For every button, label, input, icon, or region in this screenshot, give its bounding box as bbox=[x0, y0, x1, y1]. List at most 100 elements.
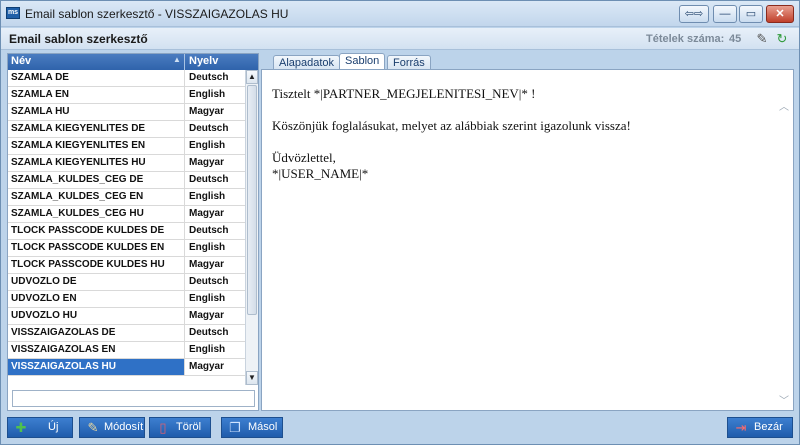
eraser-icon[interactable]: ✎ bbox=[755, 32, 769, 46]
table-row[interactable]: SZAMLA_KULDES_CEG EN English bbox=[8, 189, 245, 206]
detail-panel: Alapadatok Sablon Forrás Tisztelt *|PART… bbox=[261, 53, 794, 411]
row-language-cell: English bbox=[189, 89, 226, 100]
window-title: Email sablon szerkesztő - VISSZAIGAZOLAS… bbox=[25, 7, 289, 21]
editor-content[interactable]: Tisztelt *|PARTNER_MEGJELENITESI_NEV|* !… bbox=[272, 86, 772, 182]
cell-divider bbox=[184, 104, 185, 120]
column-header-language[interactable]: Nyelv bbox=[189, 55, 218, 67]
row-name-cell: SZAMLA_KULDES_CEG HU bbox=[11, 208, 144, 219]
table-row[interactable]: SZAMLA EN English bbox=[8, 87, 245, 104]
table-row[interactable]: UDVOZLO EN English bbox=[8, 291, 245, 308]
row-language-cell: English bbox=[189, 140, 226, 151]
scroll-up-icon[interactable]: ▲ bbox=[246, 70, 258, 84]
editor-line-greeting: Tisztelt *|PARTNER_MEGJELENITESI_NEV|* ! bbox=[272, 86, 536, 101]
row-name-cell: SZAMLA EN bbox=[11, 89, 69, 100]
row-name-cell: SZAMLA KIEGYENLITES EN bbox=[11, 140, 146, 151]
title-bar: ms Email sablon szerkesztő - VISSZAIGAZO… bbox=[1, 1, 799, 27]
tab-forras[interactable]: Forrás bbox=[387, 55, 431, 70]
row-language-cell: Magyar bbox=[189, 106, 225, 117]
row-language-cell: Magyar bbox=[189, 157, 225, 168]
cell-divider bbox=[184, 223, 185, 239]
table-row[interactable]: UDVOZLO HU Magyar bbox=[8, 308, 245, 325]
cell-divider bbox=[184, 189, 185, 205]
template-editor[interactable]: Tisztelt *|PARTNER_MEGJELENITESI_NEV|* !… bbox=[261, 69, 794, 411]
row-language-cell: Deutsch bbox=[189, 72, 229, 83]
table-row[interactable]: VISSZAIGAZOLAS DE Deutsch bbox=[8, 325, 245, 342]
row-language-cell: Deutsch bbox=[189, 123, 229, 134]
grid-header: Név ▲ Nyelv bbox=[8, 54, 258, 70]
table-row[interactable]: SZAMLA KIEGYENLITES EN English bbox=[8, 138, 245, 155]
cell-divider bbox=[184, 87, 185, 103]
new-button-label: Új bbox=[48, 421, 59, 433]
row-name-cell: UDVOZLO EN bbox=[11, 293, 77, 304]
back-forward-button[interactable]: ⇦⇨ bbox=[679, 5, 709, 23]
table-row[interactable]: SZAMLA_KULDES_CEG HU Magyar bbox=[8, 206, 245, 223]
filter-input[interactable] bbox=[12, 390, 255, 407]
table-row[interactable]: SZAMLA HU Magyar bbox=[8, 104, 245, 121]
editor-scroll-down-icon[interactable]: ﹀ bbox=[779, 392, 789, 407]
page-title: Email sablon szerkesztő bbox=[9, 32, 148, 46]
new-button[interactable]: ✚ Új bbox=[7, 417, 73, 438]
minimize-button[interactable]: — bbox=[713, 5, 737, 23]
copy-button-label: Másol bbox=[248, 421, 278, 433]
tab-alapadatok[interactable]: Alapadatok bbox=[273, 55, 341, 70]
scroll-down-icon[interactable]: ▼ bbox=[246, 371, 258, 385]
row-language-cell: Magyar bbox=[189, 208, 225, 219]
row-name-cell: SZAMLA_KULDES_CEG EN bbox=[11, 191, 144, 202]
close-button[interactable]: ⇥ Bezár bbox=[727, 417, 793, 438]
row-name-cell: VISSZAIGAZOLAS EN bbox=[11, 344, 116, 355]
scrollbar-thumb[interactable] bbox=[247, 85, 257, 315]
item-count-value: 45 bbox=[729, 33, 742, 45]
row-language-cell: English bbox=[189, 344, 226, 355]
maximize-button[interactable]: ▭ bbox=[739, 5, 763, 23]
row-language-cell: English bbox=[189, 242, 226, 253]
editor-line-closing: Üdvözlettel, bbox=[272, 150, 336, 165]
cell-divider bbox=[184, 121, 185, 137]
cell-divider bbox=[184, 325, 185, 341]
row-language-cell: Magyar bbox=[189, 310, 225, 321]
table-row[interactable]: UDVOZLO DE Deutsch bbox=[8, 274, 245, 291]
table-row[interactable]: SZAMLA_KULDES_CEG DE Deutsch bbox=[8, 172, 245, 189]
delete-button[interactable]: ▯ Töröl bbox=[149, 417, 211, 438]
table-row[interactable]: TLOCK PASSCODE KULDES EN English bbox=[8, 240, 245, 257]
close-window-button[interactable]: ✕ bbox=[766, 5, 794, 23]
row-language-cell: Deutsch bbox=[189, 276, 229, 287]
table-row[interactable]: VISSZAIGAZOLAS EN English bbox=[8, 342, 245, 359]
pencil-icon: ✎ bbox=[87, 420, 99, 435]
table-row[interactable]: VISSZAIGAZOLAS HU Magyar bbox=[8, 359, 245, 376]
row-name-cell: UDVOZLO HU bbox=[11, 310, 78, 321]
table-row[interactable]: TLOCK PASSCODE KULDES DE Deutsch bbox=[8, 223, 245, 240]
row-name-cell: TLOCK PASSCODE KULDES EN bbox=[11, 242, 165, 253]
row-language-cell: Deutsch bbox=[189, 174, 229, 185]
modify-button[interactable]: ✎ Módosít bbox=[79, 417, 145, 438]
cell-divider bbox=[184, 308, 185, 324]
row-name-cell: TLOCK PASSCODE KULDES HU bbox=[11, 259, 165, 270]
table-row[interactable]: TLOCK PASSCODE KULDES HU Magyar bbox=[8, 257, 245, 274]
column-header-name[interactable]: Név bbox=[11, 55, 31, 67]
editor-scroll-up-icon[interactable]: ︿ bbox=[779, 98, 789, 113]
table-row[interactable]: SZAMLA KIEGYENLITES DE Deutsch bbox=[8, 121, 245, 138]
row-name-cell: VISSZAIGAZOLAS DE bbox=[11, 327, 116, 338]
table-row[interactable]: SZAMLA KIEGYENLITES HU Magyar bbox=[8, 155, 245, 172]
cell-divider bbox=[184, 206, 185, 222]
template-list: SZAMLA DE Deutsch SZAMLA EN English SZAMLA H… bbox=[8, 70, 245, 376]
cell-divider bbox=[184, 257, 185, 273]
cell-divider bbox=[184, 274, 185, 290]
copy-icon: ❐ bbox=[229, 420, 241, 435]
refresh-icon[interactable]: ↻ bbox=[775, 32, 789, 46]
row-language-cell: English bbox=[189, 191, 226, 202]
table-row[interactable]: SZAMLA DE Deutsch bbox=[8, 70, 245, 87]
action-bar: ✚ Új ✎ Módosít ▯ Töröl ❐ Másol ⇥ Bezár bbox=[1, 413, 799, 444]
tab-sablon[interactable]: Sablon bbox=[339, 53, 386, 70]
trash-icon: ▯ bbox=[159, 420, 167, 435]
column-divider bbox=[184, 54, 185, 70]
main-window: ms Email sablon szerkesztő - VISSZAIGAZO… bbox=[0, 0, 800, 445]
editor-line-body: Köszönjük foglalásukat, melyet az alábbi… bbox=[272, 118, 631, 133]
copy-button[interactable]: ❐ Másol bbox=[221, 417, 283, 438]
row-language-cell: Magyar bbox=[189, 259, 225, 270]
plus-icon: ✚ bbox=[15, 420, 27, 435]
cell-divider bbox=[184, 155, 185, 171]
exit-icon: ⇥ bbox=[735, 420, 747, 435]
app-icon: ms bbox=[6, 7, 20, 19]
list-scrollbar[interactable]: ▲ ▼ bbox=[245, 70, 258, 385]
editor-scrollbar[interactable]: ︿ ﹀ bbox=[776, 70, 793, 410]
